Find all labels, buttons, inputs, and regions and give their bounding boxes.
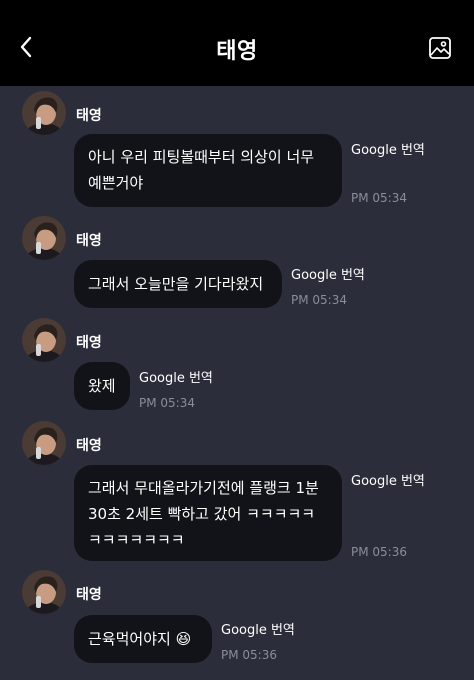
message-time: PM 05:36 [221,648,277,662]
sender-name: 태영 [76,108,102,124]
sender-name: 태영 [76,233,102,249]
chat-title: 태영 [216,39,258,64]
sender-name: 태영 [76,587,102,603]
message-text: 근육먹어야지 😆 [88,630,192,648]
sender-name: 태영 [76,335,102,351]
chat-screen: 태영 태영 아니 우리 피팅볼때부터 의상이 너무 예쁜거야 Google 번역 [0,0,474,680]
message-text: 그래서 오늘만을 기다라왔지 [88,275,264,293]
message-text: 아니 우리 피팅볼때부터 의상이 너무 [88,148,315,166]
sender-name: 태영 [76,438,102,454]
message-time: PM 05:34 [291,293,347,307]
message-text: 예쁜거야 [88,174,144,192]
message-bubble[interactable]: 아니 우리 피팅볼때부터 의상이 너무 예쁜거야 [74,134,342,207]
profile-photo [22,216,66,260]
google-translate-link[interactable]: Google 번역 [221,619,295,638]
profile-photo [22,421,66,465]
google-translate-link[interactable]: Google 번역 [351,139,425,158]
message-bubble[interactable]: 왔제 [74,362,130,410]
message-time: PM 05:34 [351,191,407,205]
avatar[interactable] [22,216,66,260]
profile-photo [22,91,66,135]
gallery-button[interactable] [425,33,455,63]
google-translate-link[interactable]: Google 번역 [351,470,425,489]
message-item: 태영 근육먹어야지 😆 Google 번역 PM 05:36 [0,570,474,675]
message-time: PM 05:36 [351,545,407,559]
message-bubble[interactable]: 그래서 무대올라가기전에 플랭크 1분 30초 2세트 빡하고 갔어 ㅋㅋㅋㅋㅋ… [74,465,342,561]
header-bar: 태영 [0,0,474,86]
profile-photo [22,570,66,614]
message-text: 왔제 [88,377,116,395]
google-translate-link[interactable]: Google 번역 [139,367,213,386]
message-item: 태영 그래서 오늘만을 기다라왔지 Google 번역 PM 05:34 [0,216,474,316]
message-text: 그래서 무대올라가기전에 플랭크 1분 [88,479,319,497]
avatar[interactable] [22,421,66,465]
message-bubble[interactable]: 근육먹어야지 😆 [74,615,212,663]
avatar[interactable] [22,318,66,362]
google-translate-link[interactable]: Google 번역 [291,264,365,283]
message-item: 태영 아니 우리 피팅볼때부터 의상이 너무 예쁜거야 Google 번역 PM… [0,91,474,211]
message-item: 태영 그래서 무대올라가기전에 플랭크 1분 30초 2세트 빡하고 갔어 ㅋㅋ… [0,421,474,571]
message-time: PM 05:34 [139,396,195,410]
message-text: 30초 2세트 빡하고 갔어 ㅋㅋㅋㅋㅋ [88,505,316,523]
message-bubble[interactable]: 그래서 오늘만을 기다라왔지 [74,260,282,308]
image-icon [429,37,451,59]
message-text: ㅋㅋㅋㅋㅋㅋㅋ [88,531,185,549]
message-item: 태영 왔제 Google 번역 PM 05:34 [0,318,474,418]
avatar[interactable] [22,570,66,614]
avatar[interactable] [22,91,66,135]
profile-photo [22,318,66,362]
